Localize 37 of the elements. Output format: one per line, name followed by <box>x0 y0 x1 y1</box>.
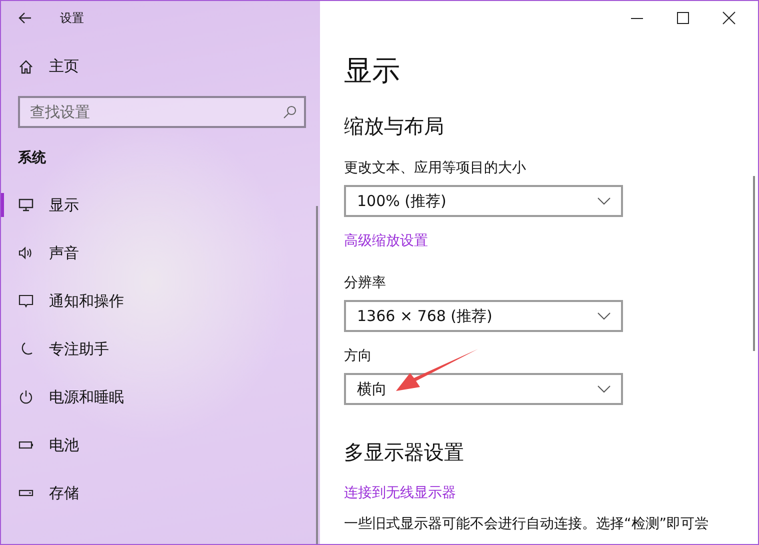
chevron-down-icon <box>597 385 611 393</box>
wireless-display-link[interactable]: 连接到无线显示器 <box>344 484 456 502</box>
dropdown[interactable]: 100% (推荐) <box>344 185 623 217</box>
nav-item[interactable]: 显示 <box>1 181 320 229</box>
nav-item[interactable]: 电源和睡眠 <box>1 373 320 421</box>
nav-item[interactable]: 声音 <box>1 229 320 277</box>
section-heading: 多显示器设置 <box>344 439 464 465</box>
field-label: 方向 <box>344 347 372 365</box>
monitor-icon <box>18 197 34 213</box>
maximize-icon[interactable] <box>676 11 690 25</box>
message-icon <box>18 293 34 309</box>
scrollbar[interactable] <box>316 206 318 544</box>
search-icon <box>283 105 297 119</box>
dropdown[interactable]: 1366 × 768 (推荐) <box>344 300 623 332</box>
nav-item[interactable]: 存储 <box>1 469 320 517</box>
page-title: 显示 <box>344 54 400 88</box>
chevron-down-icon <box>597 197 611 205</box>
close-icon[interactable] <box>722 11 736 25</box>
chevron-down-icon <box>597 312 611 320</box>
speaker-icon <box>18 245 34 261</box>
back-arrow-icon[interactable] <box>18 11 32 25</box>
field-label: 更改文本、应用等项目的大小 <box>344 159 526 177</box>
search-field[interactable]: 查找设置 <box>18 96 306 128</box>
nav-item[interactable]: 专注助手 <box>1 325 320 373</box>
description-text: 一些旧式显示器可能不会进行自动连接。选择“检测”即可尝 <box>344 516 709 532</box>
dropdown[interactable]: 横向 <box>344 373 623 405</box>
section-heading: 缩放与布局 <box>344 113 444 139</box>
scrollbar[interactable] <box>753 176 755 351</box>
advanced-scaling-link[interactable]: 高级缩放设置 <box>344 232 428 250</box>
power-icon <box>18 389 34 405</box>
home-icon <box>18 58 34 74</box>
window-title: 设置 <box>60 10 84 26</box>
section-heading: 系统 <box>18 149 47 167</box>
nav-item[interactable]: 通知和操作 <box>1 277 320 325</box>
nav-item[interactable]: 电池 <box>1 421 320 469</box>
home-link[interactable]: 主页 <box>18 57 79 76</box>
field-label: 分辨率 <box>344 274 386 292</box>
